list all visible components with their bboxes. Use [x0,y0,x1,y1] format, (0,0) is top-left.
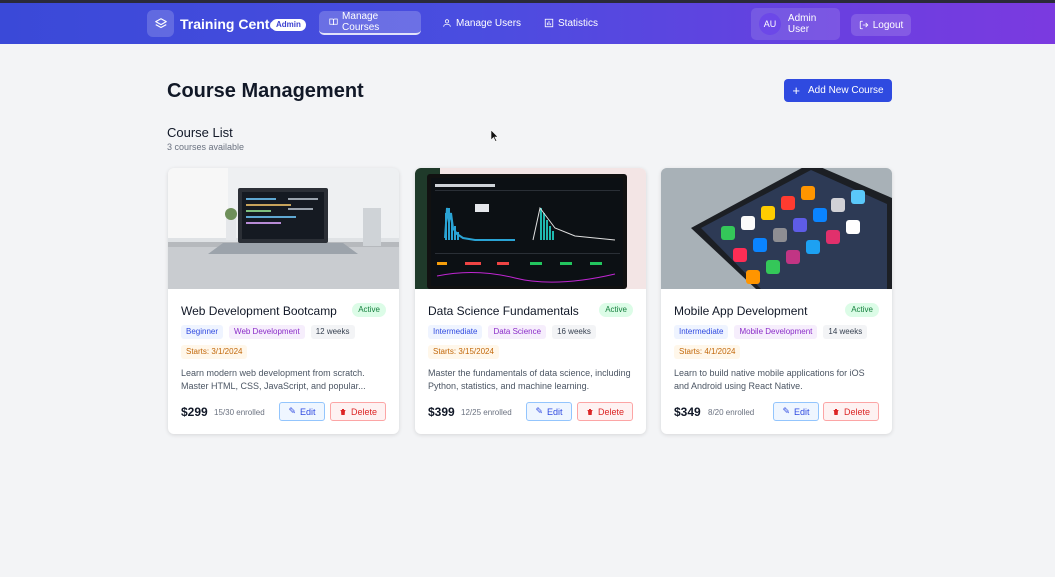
course-tags: Intermediate Data Science 16 weeks [428,325,596,339]
user-name: Admin User [787,13,817,35]
enrollment-count: 12/25 enrolled [461,408,512,417]
pencil-icon: ✎ [782,406,791,416]
category-tag: Mobile Development [734,325,818,339]
section-title: Course List [167,125,233,140]
delete-button[interactable]: Delete [330,402,386,421]
level-tag: Intermediate [674,325,729,339]
course-price: $349 [674,405,701,419]
course-card: Data Science Fundamentals Active Interme… [415,168,646,434]
logout-button[interactable]: Logout [851,14,911,36]
plus-icon: + [792,82,800,98]
nav-manage-courses[interactable]: Manage Courses [319,11,421,35]
nav-manage-users-label: Manage Users [456,17,522,29]
user-menu[interactable]: AU Admin User [751,8,840,40]
mouse-cursor-icon [491,130,499,142]
trash-icon [587,408,593,415]
course-title: Mobile App Development [674,304,808,318]
delete-label: Delete [843,406,870,417]
course-image-laptop [168,168,399,289]
delete-label: Delete [597,406,624,417]
course-description: Master the fundamentals of data science,… [428,368,631,391]
category-tag: Data Science [488,325,547,339]
trash-icon [833,408,839,415]
section-subtitle: 3 courses available [167,142,245,152]
course-title: Web Development Bootcamp [181,304,337,318]
category-tag: Web Development [229,325,305,339]
course-description: Learn modern web development from scratc… [181,368,366,391]
edit-button[interactable]: ✎ Edit [773,402,819,421]
trash-icon [340,408,346,415]
bar-chart-icon [544,18,554,28]
logout-label: Logout [872,19,904,31]
edit-button[interactable]: ✎ Edit [279,402,325,421]
pencil-icon: ✎ [288,406,297,416]
logout-icon [859,20,869,30]
duration-tag: 16 weeks [552,325,596,339]
start-date-tag: Starts: 3/15/2024 [428,345,499,359]
course-title: Data Science Fundamentals [428,304,579,318]
level-tag: Intermediate [428,325,483,339]
add-new-course-label: Add New Course [808,85,884,96]
course-tags: Intermediate Mobile Development 14 weeks [674,325,868,339]
course-card: Web Development Bootcamp Active Beginner… [168,168,399,434]
duration-tag: 14 weeks [823,325,868,339]
nav-statistics-label: Statistics [558,17,599,29]
course-card: Mobile App Development Active Intermedia… [661,168,892,434]
pencil-icon: ✎ [535,406,544,416]
edit-label: Edit [300,406,316,417]
delete-button[interactable]: Delete [823,402,879,421]
status-badge: Active [599,303,633,317]
edit-label: Edit [794,406,810,417]
delete-label: Delete [350,406,377,417]
users-icon [443,19,451,27]
edit-button[interactable]: ✎ Edit [526,402,572,421]
duration-tag: 12 weeks [310,325,355,339]
layers-logo-icon[interactable] [147,10,174,37]
start-date-tag: Starts: 4/1/2024 [674,345,741,359]
nav-statistics[interactable]: Statistics [534,11,608,35]
book-icon [329,18,338,26]
admin-badge: Admin [271,19,306,31]
course-tags: Beginner Web Development 12 weeks [181,325,355,339]
brand-title[interactable]: Training Center [180,16,283,32]
status-badge: Active [352,303,386,317]
enrollment-count: 8/20 enrolled [708,408,755,417]
course-image-phone [661,168,892,289]
course-image-dashboard [415,168,646,289]
page-title: Course Management [167,80,364,102]
nav-manage-courses-label: Manage Courses [342,11,380,33]
top-navbar: Training Center Admin Manage Courses Man… [0,0,1055,44]
nav-manage-users[interactable]: Manage Users [432,11,531,35]
course-price: $299 [181,405,208,419]
course-description: Learn to build native mobile application… [674,368,865,391]
level-tag: Beginner [181,325,224,339]
avatar: AU [759,13,781,35]
enrollment-count: 15/30 enrolled [214,408,265,417]
start-date-tag: Starts: 3/1/2024 [181,345,248,359]
course-price: $399 [428,405,455,419]
delete-button[interactable]: Delete [577,402,633,421]
status-badge: Active [845,303,879,317]
add-new-course-button[interactable]: + Add New Course [784,79,892,102]
edit-label: Edit [547,406,563,417]
